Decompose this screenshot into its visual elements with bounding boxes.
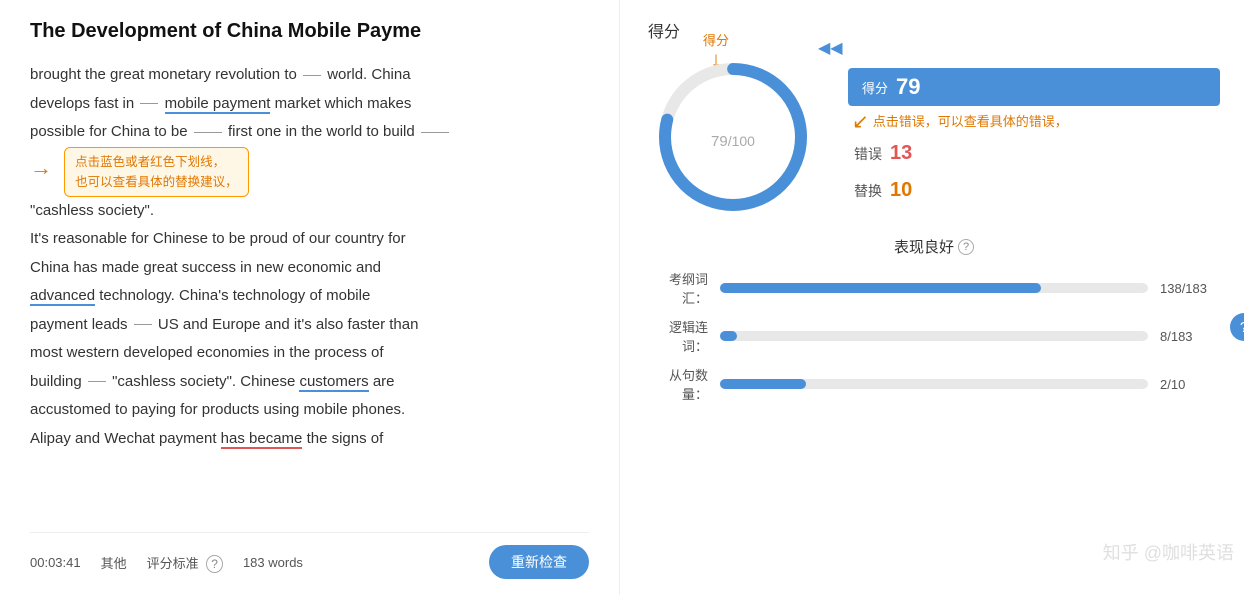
text-segment: Alipay and Wechat payment xyxy=(30,430,221,447)
replace-value: 10 xyxy=(890,179,912,202)
circle-score-max: /100 xyxy=(728,133,755,149)
text-segment: brought the great monetary revolution to xyxy=(30,66,297,83)
text-segment: possible for China to be xyxy=(30,123,188,140)
circle-score-value: 79 xyxy=(711,133,728,150)
perf-bar-clause xyxy=(720,379,806,389)
text-segment: technology. China's technology of mobile xyxy=(99,287,370,304)
bottom-bar: 00:03:41 其他 评分标准 ? 183 words 重新检查 xyxy=(30,532,589,585)
error-badge: 错误 13 xyxy=(848,138,1220,169)
highlighted-word-mobile-payment[interactable]: mobile payment xyxy=(165,95,271,114)
perf-label-logic: 逻辑连词： xyxy=(648,317,708,355)
highlighted-word-customers[interactable]: customers xyxy=(299,373,368,392)
circle-score-display: 79/100 xyxy=(711,121,755,153)
perf-val-clause: 2/10 xyxy=(1160,377,1220,392)
category-label: 其他 xyxy=(101,553,127,572)
perf-row-clause: 从句数量： 2/10 xyxy=(648,365,1220,403)
right-panel: 得分 得分 ↓ 79/100 xyxy=(620,0,1244,595)
badge-score-value: 79 xyxy=(896,74,920,100)
blank-space xyxy=(134,324,152,325)
help-icon-text: ? xyxy=(1240,319,1244,336)
donut-chart: 79/100 xyxy=(648,52,818,222)
time-display: 00:03:41 xyxy=(30,555,81,570)
watermark: 知乎 @咖啡英语 xyxy=(1103,539,1234,565)
error-value: 13 xyxy=(890,142,912,165)
tooltip-hint: 点击蓝色或者红色下划线，也可以查看具体的替换建议， xyxy=(64,147,249,197)
highlighted-word-advanced[interactable]: advanced xyxy=(30,287,95,306)
text-segment: building xyxy=(30,373,82,390)
blank-space xyxy=(194,132,222,133)
perf-title: 表现良好 ? xyxy=(648,236,1220,257)
main-container: The Development of China Mobile Payme br… xyxy=(0,0,1244,595)
text-segment: are xyxy=(373,373,395,390)
replace-badge: 替换 10 xyxy=(848,175,1220,206)
performance-section: 表现良好 ? 考纲词汇： 138/183 逻辑连词： 8/183 xyxy=(648,236,1220,413)
perf-bar-wrap-clause xyxy=(720,379,1148,389)
hint-text: 点击错误，可以查看具体的错误， xyxy=(873,112,1068,132)
text-segment: develops fast in xyxy=(30,95,134,112)
blank-space xyxy=(88,381,106,382)
text-segment: China has made great success in new econ… xyxy=(30,259,381,276)
text-segment: accustomed to paying for products using … xyxy=(30,401,405,418)
text-segment: first one in the world to build xyxy=(228,123,415,140)
hint-arrow-icon: ↙ xyxy=(852,112,869,132)
word-count: 183 words xyxy=(243,555,303,570)
badge-score-label: 得分 xyxy=(862,78,888,97)
perf-bar-vocab xyxy=(720,283,1041,293)
rating-question-icon[interactable]: ? xyxy=(206,555,223,573)
circle-chart-wrap: 得分 ↓ 79/100 xyxy=(648,52,818,222)
score-top-label: 得分 xyxy=(648,18,1220,42)
text-segment: "cashless society". xyxy=(30,202,154,219)
perf-label-vocab: 考纲词汇： xyxy=(648,269,708,307)
blank-space xyxy=(303,75,321,76)
perf-title-text: 表现良好 xyxy=(894,236,954,257)
text-segment: market which makes xyxy=(275,95,412,112)
replace-label: 替换 xyxy=(854,181,882,201)
text-segment: world. China xyxy=(327,66,410,83)
back-arrow-button[interactable]: ◀◀ xyxy=(818,38,843,58)
article-title: The Development of China Mobile Payme xyxy=(30,20,589,43)
left-panel: The Development of China Mobile Payme br… xyxy=(0,0,620,595)
perf-bar-wrap-logic xyxy=(720,331,1148,341)
perf-val-vocab: 138/183 xyxy=(1160,281,1220,296)
text-segment: "cashless society". Chinese xyxy=(112,373,299,390)
perf-bar-wrap-vocab xyxy=(720,283,1148,293)
text-segment: most western developed economies in the … xyxy=(30,344,384,361)
perf-bar-logic xyxy=(720,331,737,341)
recheck-button[interactable]: 重新检查 xyxy=(489,545,589,579)
perf-row-logic: 逻辑连词： 8/183 xyxy=(648,317,1220,355)
score-badges-area: ◀◀ 得分 79 ↙ 点击错误，可以查看具体的错误， 错误 13 xyxy=(848,68,1220,206)
perf-val-logic: 8/183 xyxy=(1160,329,1220,344)
perf-question-icon[interactable]: ? xyxy=(958,239,974,255)
rating-label: 评分标准 ? xyxy=(147,553,223,572)
blank-space xyxy=(421,132,449,133)
help-icon-right[interactable]: ? xyxy=(1230,313,1244,341)
perf-label-clause: 从句数量： xyxy=(648,365,708,403)
text-segment: the signs of xyxy=(307,430,384,447)
highlighted-error-has-became[interactable]: has became xyxy=(221,430,303,449)
article-body: brought the great monetary revolution to… xyxy=(30,61,589,524)
score-main-badge: 得分 79 xyxy=(848,68,1220,106)
text-segment: US and Europe and it's also faster than xyxy=(158,316,419,333)
text-segment: It's reasonable for Chinese to be proud … xyxy=(30,230,406,247)
text-segment: payment leads xyxy=(30,316,128,333)
hint-area: ↙ 点击错误，可以查看具体的错误， xyxy=(852,112,1220,132)
rating-text: 评分标准 xyxy=(147,556,199,571)
perf-row-vocab: 考纲词汇： 138/183 xyxy=(648,269,1220,307)
blank-space xyxy=(140,103,158,104)
score-area: 得分 ↓ 79/100 ◀◀ xyxy=(648,52,1220,222)
error-label: 错误 xyxy=(854,144,882,164)
